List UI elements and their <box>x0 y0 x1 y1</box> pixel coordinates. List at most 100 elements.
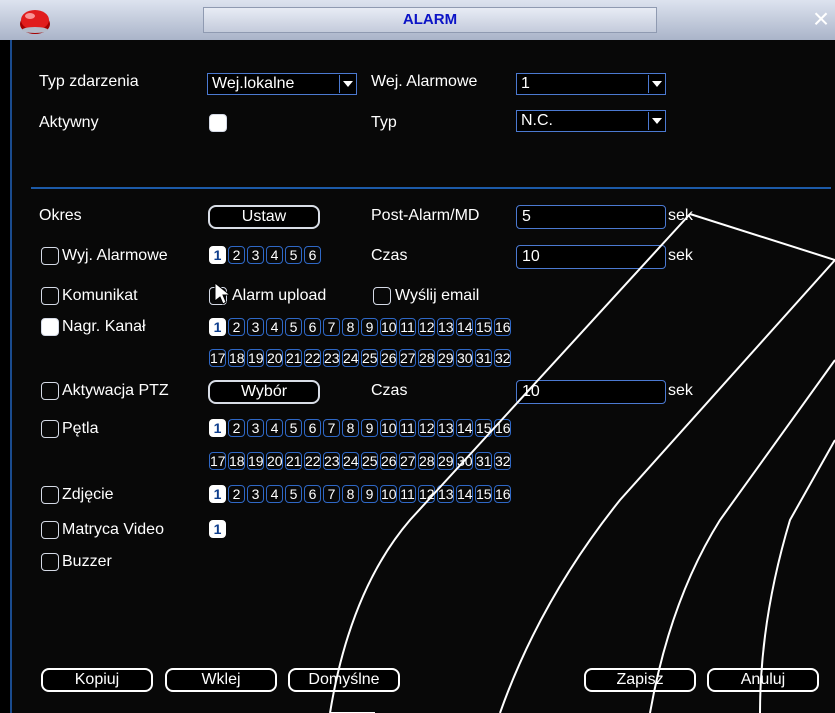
channel-4-toggle[interactable]: 4 <box>266 419 283 437</box>
channel-5-toggle[interactable]: 5 <box>285 246 302 264</box>
channel-14-toggle[interactable]: 14 <box>456 485 473 503</box>
alarm-time-field[interactable]: 10 <box>516 245 666 269</box>
notification-checkbox[interactable] <box>41 287 59 305</box>
tour-channels-row1[interactable]: 1 2 3 4 5 6 7 8 9 10 11 12 13 14 15 16 <box>209 419 513 439</box>
channel-15-toggle[interactable]: 15 <box>475 485 492 503</box>
channel-11-toggle[interactable]: 11 <box>399 419 416 437</box>
default-button[interactable]: Domyślne <box>288 668 400 692</box>
buzzer-checkbox[interactable] <box>41 553 59 571</box>
channel-15-toggle[interactable]: 15 <box>475 318 492 336</box>
channel-12-toggle[interactable]: 12 <box>418 318 435 336</box>
close-icon[interactable]: × <box>808 5 834 33</box>
video-matrix-channels[interactable]: 1 <box>209 520 228 540</box>
channel-8-toggle[interactable]: 8 <box>342 318 359 336</box>
channel-18-toggle[interactable]: 18 <box>228 452 245 470</box>
dropdown-arrow-icon[interactable] <box>648 112 664 130</box>
ptz-time-field[interactable]: 10 <box>516 380 666 404</box>
channel-29-toggle[interactable]: 29 <box>437 452 454 470</box>
channel-23-toggle[interactable]: 23 <box>323 349 340 367</box>
alarm-output-checkbox[interactable] <box>41 247 59 265</box>
record-channel-checkbox[interactable] <box>41 318 59 336</box>
channel-16-toggle[interactable]: 16 <box>494 318 511 336</box>
channel-5-toggle[interactable]: 5 <box>285 318 302 336</box>
channel-11-toggle[interactable]: 11 <box>399 318 416 336</box>
channel-4-toggle[interactable]: 4 <box>266 485 283 503</box>
channel-1-toggle[interactable]: 1 <box>209 318 226 336</box>
channel-1-toggle[interactable]: 1 <box>209 485 226 503</box>
channel-21-toggle[interactable]: 21 <box>285 452 302 470</box>
channel-9-toggle[interactable]: 9 <box>361 419 378 437</box>
snapshot-checkbox[interactable] <box>41 486 59 504</box>
channel-21-toggle[interactable]: 21 <box>285 349 302 367</box>
channel-28-toggle[interactable]: 28 <box>418 349 435 367</box>
channel-1-toggle[interactable]: 1 <box>209 419 226 437</box>
channel-4-toggle[interactable]: 4 <box>266 318 283 336</box>
send-email-checkbox[interactable] <box>373 287 391 305</box>
channel-7-toggle[interactable]: 7 <box>323 419 340 437</box>
snapshot-channels[interactable]: 1 2 3 4 5 6 7 8 9 10 11 12 13 14 15 16 <box>209 485 513 505</box>
channel-13-toggle[interactable]: 13 <box>437 419 454 437</box>
channel-27-toggle[interactable]: 27 <box>399 452 416 470</box>
channel-23-toggle[interactable]: 23 <box>323 452 340 470</box>
channel-1-toggle[interactable]: 1 <box>209 246 226 264</box>
channel-3-toggle[interactable]: 3 <box>247 318 264 336</box>
channel-22-toggle[interactable]: 22 <box>304 452 321 470</box>
channel-10-toggle[interactable]: 10 <box>380 419 397 437</box>
channel-30-toggle[interactable]: 30 <box>456 349 473 367</box>
record-channels-row1[interactable]: 1 2 3 4 5 6 7 8 9 10 11 12 13 14 15 16 <box>209 318 513 338</box>
channel-20-toggle[interactable]: 20 <box>266 452 283 470</box>
channel-4-toggle[interactable]: 4 <box>266 246 283 264</box>
channel-2-toggle[interactable]: 2 <box>228 246 245 264</box>
channel-22-toggle[interactable]: 22 <box>304 349 321 367</box>
channel-28-toggle[interactable]: 28 <box>418 452 435 470</box>
channel-19-toggle[interactable]: 19 <box>247 349 264 367</box>
channel-9-toggle[interactable]: 9 <box>361 318 378 336</box>
channel-6-toggle[interactable]: 6 <box>304 485 321 503</box>
channel-31-toggle[interactable]: 31 <box>475 452 492 470</box>
channel-31-toggle[interactable]: 31 <box>475 349 492 367</box>
channel-25-toggle[interactable]: 25 <box>361 349 378 367</box>
set-period-button[interactable]: Ustaw <box>208 205 320 229</box>
dropdown-arrow-icon[interactable] <box>648 75 664 93</box>
channel-8-toggle[interactable]: 8 <box>342 485 359 503</box>
record-channels-row2[interactable]: 17 18 19 20 21 22 23 24 25 26 27 28 29 30 31 32 <box>209 349 513 369</box>
channel-13-toggle[interactable]: 13 <box>437 485 454 503</box>
channel-12-toggle[interactable]: 12 <box>418 485 435 503</box>
channel-20-toggle[interactable]: 20 <box>266 349 283 367</box>
channel-1-toggle[interactable]: 1 <box>209 520 226 538</box>
select-ptz-button[interactable]: Wybór <box>208 380 320 404</box>
event-type-select[interactable]: Wej.lokalne <box>207 73 357 95</box>
save-button[interactable]: Zapisz <box>584 668 696 692</box>
channel-27-toggle[interactable]: 27 <box>399 349 416 367</box>
channel-6-toggle[interactable]: 6 <box>304 318 321 336</box>
channel-5-toggle[interactable]: 5 <box>285 419 302 437</box>
dropdown-arrow-icon[interactable] <box>339 75 355 93</box>
channel-24-toggle[interactable]: 24 <box>342 349 359 367</box>
cancel-button[interactable]: Anuluj <box>707 668 819 692</box>
video-matrix-checkbox[interactable] <box>41 521 59 539</box>
channel-7-toggle[interactable]: 7 <box>323 485 340 503</box>
paste-button[interactable]: Wklej <box>165 668 277 692</box>
alarm-input-select[interactable]: 1 <box>516 73 666 95</box>
channel-9-toggle[interactable]: 9 <box>361 485 378 503</box>
channel-16-toggle[interactable]: 16 <box>494 419 511 437</box>
channel-30-toggle[interactable]: 30 <box>456 452 473 470</box>
channel-26-toggle[interactable]: 26 <box>380 452 397 470</box>
channel-16-toggle[interactable]: 16 <box>494 485 511 503</box>
channel-32-toggle[interactable]: 32 <box>494 349 511 367</box>
channel-13-toggle[interactable]: 13 <box>437 318 454 336</box>
channel-10-toggle[interactable]: 10 <box>380 485 397 503</box>
channel-10-toggle[interactable]: 10 <box>380 318 397 336</box>
channel-8-toggle[interactable]: 8 <box>342 419 359 437</box>
channel-17-toggle[interactable]: 17 <box>209 452 226 470</box>
post-alarm-field[interactable]: 5 <box>516 205 666 229</box>
channel-19-toggle[interactable]: 19 <box>247 452 264 470</box>
copy-button[interactable]: Kopiuj <box>41 668 153 692</box>
channel-26-toggle[interactable]: 26 <box>380 349 397 367</box>
channel-29-toggle[interactable]: 29 <box>437 349 454 367</box>
channel-6-toggle[interactable]: 6 <box>304 246 321 264</box>
channel-2-toggle[interactable]: 2 <box>228 318 245 336</box>
type-select[interactable]: N.C. <box>516 110 666 132</box>
channel-17-toggle[interactable]: 17 <box>209 349 226 367</box>
channel-3-toggle[interactable]: 3 <box>247 246 264 264</box>
